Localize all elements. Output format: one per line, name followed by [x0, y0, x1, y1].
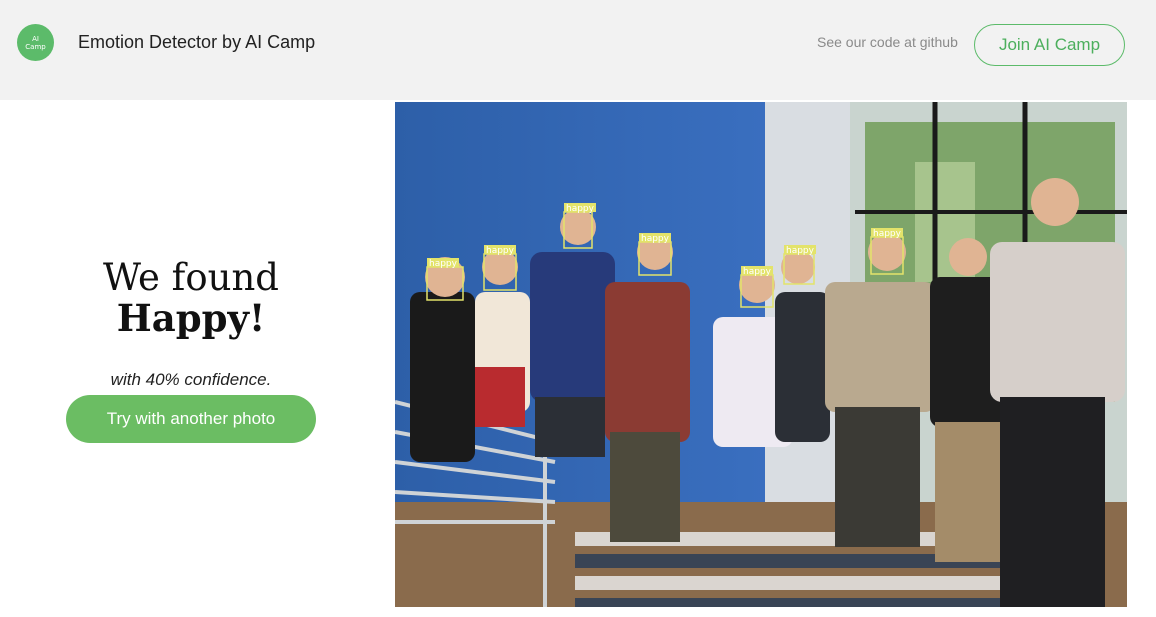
- app-title: Emotion Detector by AI Camp: [78, 32, 316, 52]
- face-label: happy: [429, 259, 458, 269]
- logo-text-2: Camp: [25, 42, 46, 51]
- top-header: AI Camp Emotion Detector by AI Camp See …: [0, 0, 1156, 100]
- face-label: happy: [566, 204, 595, 214]
- group-photo-image: happy happy happy happy happy happy happ…: [395, 102, 1127, 607]
- face-label: happy: [486, 246, 515, 256]
- face-label: happy: [641, 234, 670, 244]
- face-label: happy: [786, 246, 815, 256]
- result-heading: We found: [103, 256, 279, 299]
- emotion-result: Happy!: [116, 296, 266, 340]
- confidence-text: with 40% confidence.: [110, 370, 272, 389]
- logo-text-1: AI: [32, 34, 39, 43]
- face-label: happy: [873, 229, 902, 239]
- join-ai-camp-button[interactable]: Join AI Camp: [974, 24, 1125, 66]
- result-panel: We found Happy! with 40% confidence. Try…: [0, 100, 385, 617]
- try-another-photo-button[interactable]: Try with another photo: [66, 395, 316, 443]
- analyzed-photo: happy happy happy happy happy happy happ…: [395, 102, 1127, 607]
- ai-camp-logo[interactable]: AI Camp: [17, 24, 54, 61]
- face-label: happy: [743, 267, 772, 277]
- github-link[interactable]: See our code at github: [817, 34, 958, 50]
